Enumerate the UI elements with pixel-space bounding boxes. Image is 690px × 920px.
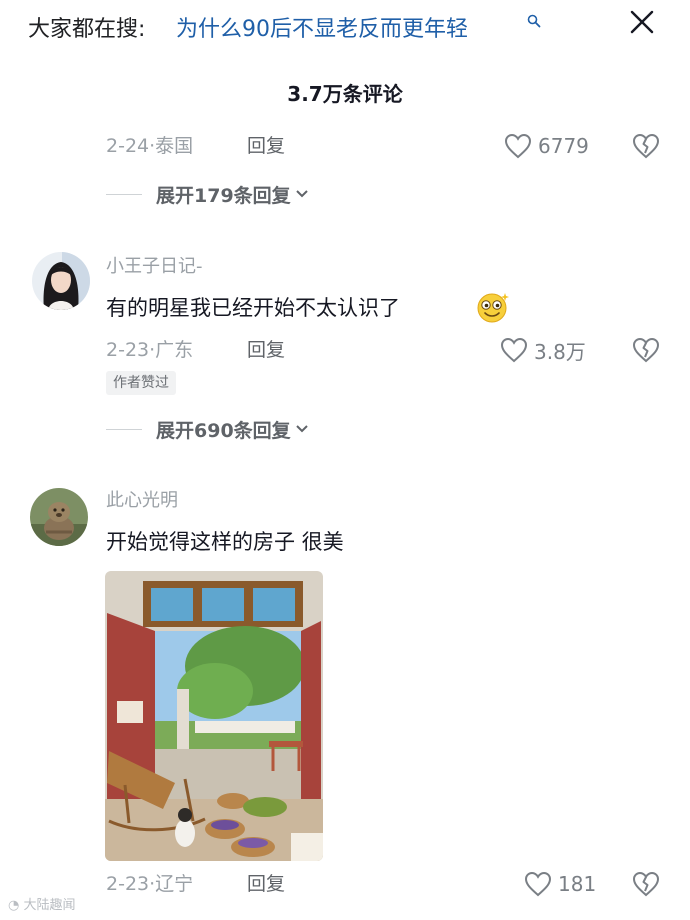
comment-date: 2-24 (106, 135, 150, 157)
expand-replies[interactable]: 展开690条回复 (106, 415, 309, 443)
search-icon (527, 14, 541, 32)
comments-count-title: 3.7万条评论 (287, 82, 403, 106)
dislike-icon[interactable] (632, 871, 660, 901)
divider (106, 193, 142, 195)
comment-location: 辽宁 (155, 873, 194, 895)
comment-text: 开始觉得这样的房子 很美 (106, 530, 344, 554)
chevron-down-icon (295, 425, 308, 433)
dislike-icon[interactable] (632, 133, 660, 163)
like-button[interactable]: 181 (524, 871, 596, 897)
like-count: 3.8万 (534, 339, 586, 364)
close-icon[interactable] (626, 6, 660, 40)
avatar[interactable] (32, 252, 90, 310)
heart-icon (500, 337, 528, 363)
reply-button[interactable]: 回复 (247, 337, 285, 363)
like-count: 181 (558, 872, 597, 896)
author-liked-badge: 作者赞过 (106, 371, 176, 395)
comment-username[interactable]: 此心光明 (106, 488, 178, 514)
comment-date: 2-23 (106, 339, 150, 361)
comment-date: 2-23 (106, 873, 150, 895)
divider (106, 428, 142, 430)
comment-image[interactable] (105, 571, 323, 861)
chevron-down-icon (295, 190, 308, 198)
comment-date-location: 2-23·辽宁 (106, 873, 194, 895)
search-suggest-link[interactable]: 为什么90后不显老反而更年轻 (176, 14, 468, 46)
heart-icon (524, 871, 552, 897)
weibo-logo-icon: ◔ (8, 898, 20, 913)
like-button[interactable]: 3.8万 (500, 337, 586, 364)
like-button[interactable]: 6779 (504, 133, 589, 159)
reply-button[interactable]: 回复 (247, 871, 285, 897)
comment-text: 有的明星我已经开始不太认识了 (106, 296, 400, 320)
dislike-icon[interactable] (632, 337, 660, 367)
like-count: 6779 (538, 134, 589, 158)
reply-button[interactable]: 回复 (247, 133, 285, 159)
heart-icon (504, 133, 532, 159)
comment-username[interactable]: 小王子日记- (106, 254, 203, 280)
comment-date-location: 2-23·广东 (106, 339, 194, 361)
expand-replies[interactable]: 展开179条回复 (106, 180, 309, 208)
comment-location: 泰国 (155, 135, 194, 157)
search-suggest-prefix: 大家都在搜: (28, 17, 146, 42)
avatar[interactable] (30, 488, 88, 546)
watermark: ◔ 大陆趣闻 (8, 898, 76, 913)
smile-emoji-icon (475, 290, 511, 328)
comment-date-location: 2-24·泰国 (106, 135, 194, 157)
comment-location: 广东 (155, 339, 194, 361)
